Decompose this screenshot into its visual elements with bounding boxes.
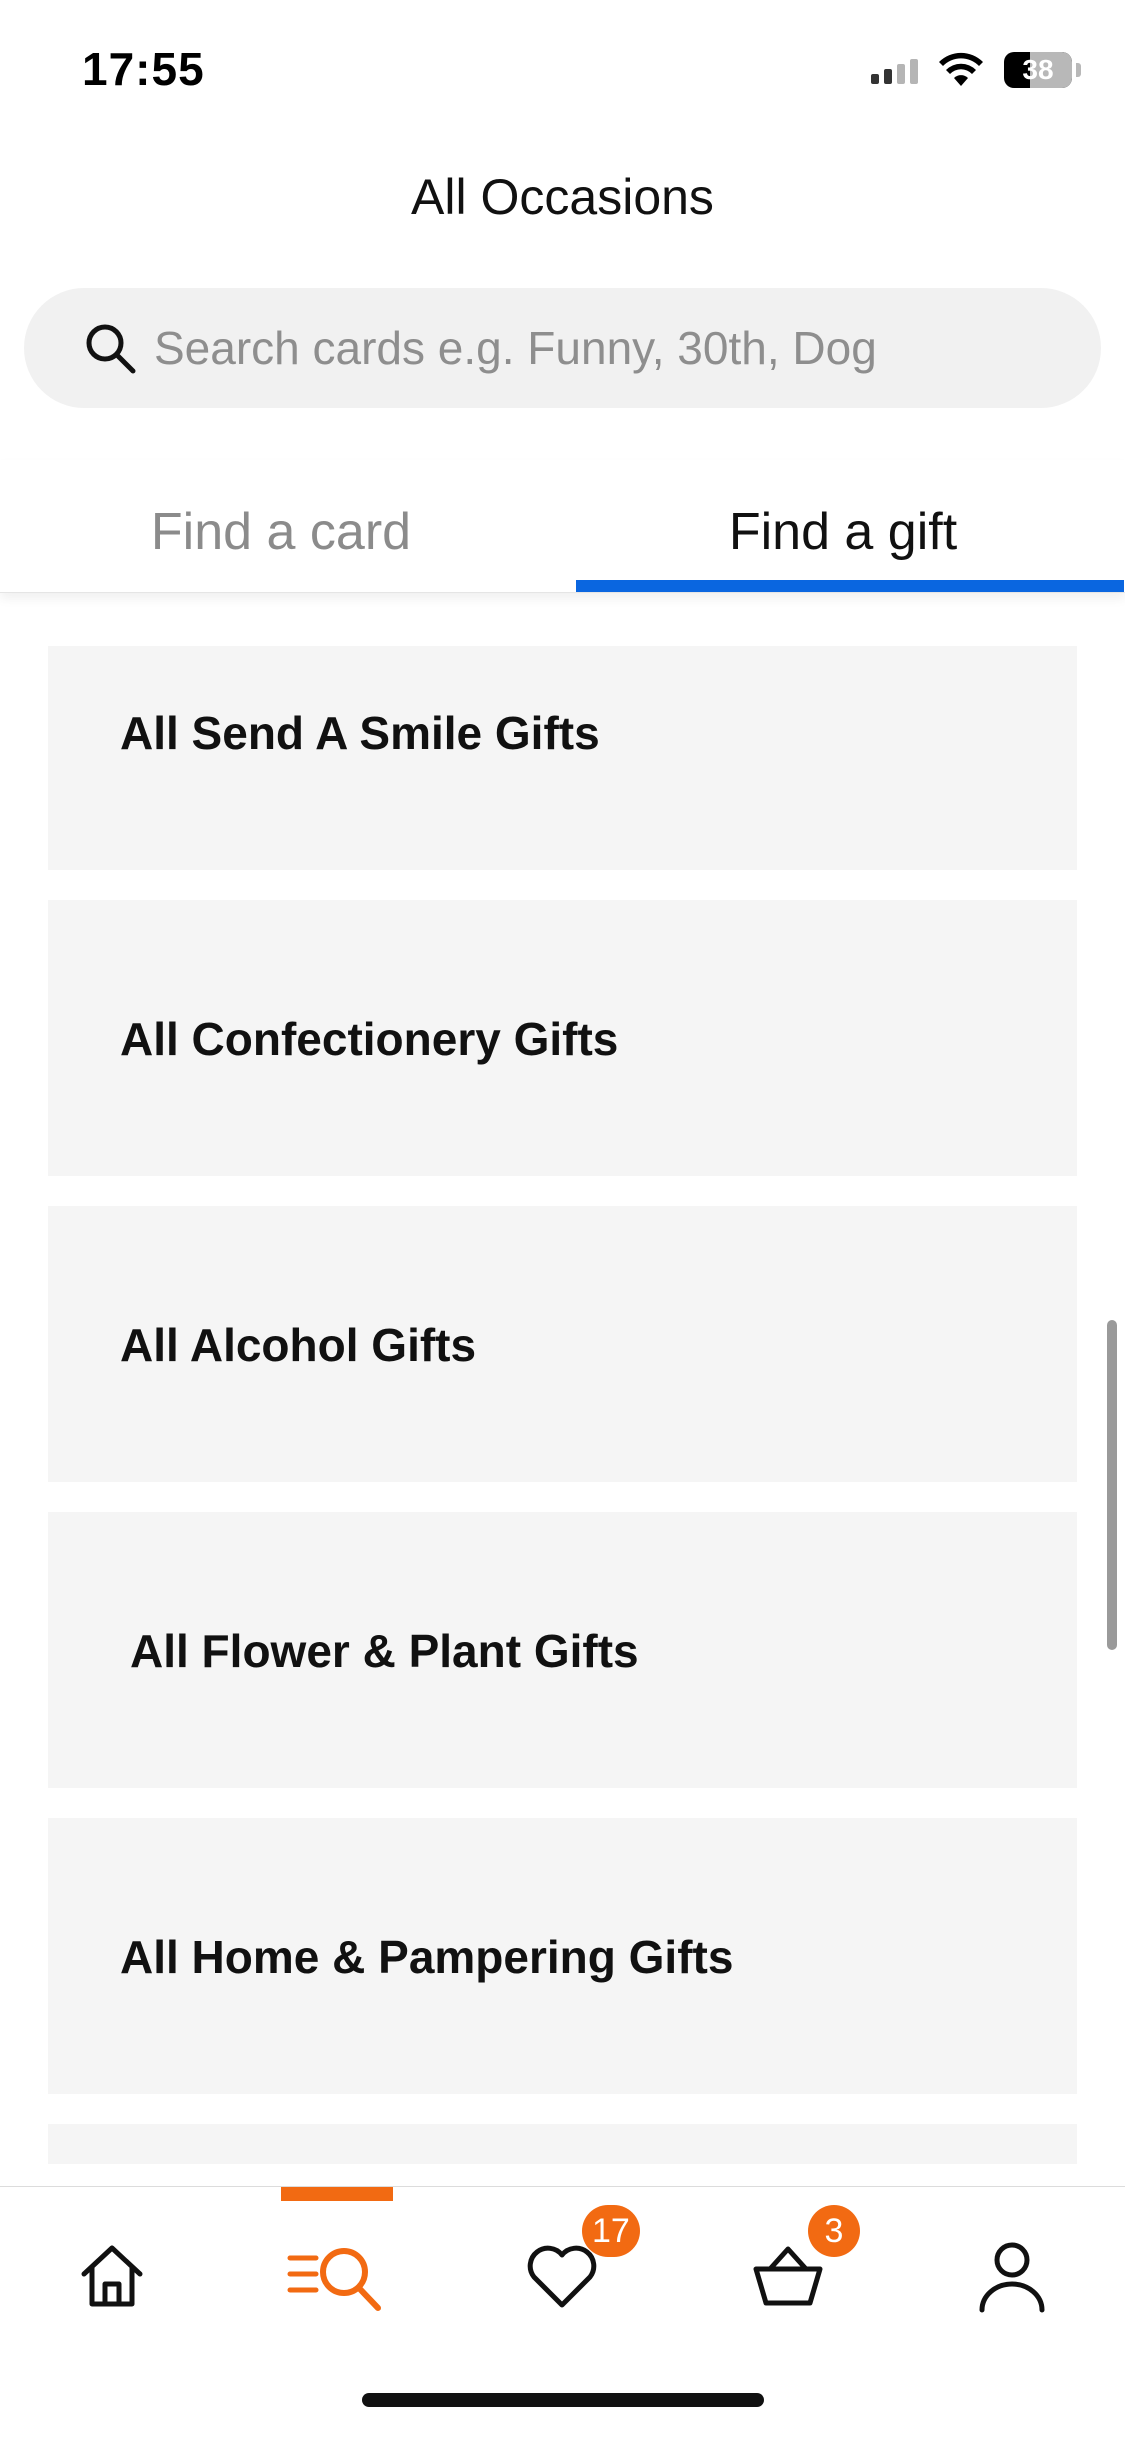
battery-level: 38 bbox=[1022, 54, 1054, 85]
list-item-label: All Home & Pampering Gifts bbox=[120, 1931, 734, 1983]
list-item-flower-plant[interactable]: All Flower & Plant Gifts bbox=[48, 1512, 1077, 1788]
nav-account[interactable] bbox=[952, 2221, 1072, 2331]
page-title: All Occasions bbox=[411, 169, 714, 225]
status-bar: 17:55 38 bbox=[0, 0, 1125, 140]
list-item-label: All Confectionery Gifts bbox=[120, 1013, 619, 1065]
wifi-icon bbox=[939, 52, 983, 86]
basket-count-badge: 3 bbox=[808, 2205, 860, 2257]
user-icon bbox=[979, 2242, 1045, 2313]
tab-bar: Find a card Find a gift bbox=[0, 460, 1125, 593]
active-tab-indicator bbox=[576, 580, 1124, 592]
list-item-label: All Flower & Plant Gifts bbox=[130, 1625, 639, 1677]
list-item-label: All Alcohol Gifts bbox=[120, 1319, 477, 1371]
bottom-nav: 17 3 bbox=[0, 2186, 1125, 2437]
browse-search-icon bbox=[287, 2248, 381, 2311]
tab-find-a-card[interactable]: Find a card bbox=[0, 460, 562, 592]
tab-find-a-gift[interactable]: Find a gift bbox=[562, 460, 1124, 592]
search-input[interactable] bbox=[152, 320, 1036, 376]
scrollbar[interactable] bbox=[1107, 1320, 1117, 1650]
tab-label: Find a card bbox=[150, 503, 412, 561]
list-item-send-a-smile[interactable]: All Send A Smile Gifts bbox=[48, 646, 1077, 870]
tab-label: Find a gift bbox=[728, 503, 958, 561]
search-icon bbox=[80, 318, 140, 378]
nav-browse[interactable] bbox=[278, 2221, 398, 2331]
battery-tip bbox=[1076, 63, 1081, 77]
basket-icon bbox=[753, 2246, 823, 2306]
battery-icon: 38 bbox=[1004, 52, 1072, 88]
heart-icon bbox=[527, 2245, 597, 2308]
home-icon bbox=[81, 2245, 143, 2307]
favourites-count-badge: 17 bbox=[582, 2205, 640, 2257]
status-icons: 38 bbox=[871, 50, 1081, 90]
list-item-home-pampering[interactable]: All Home & Pampering Gifts bbox=[48, 1818, 1077, 2094]
search-bar[interactable] bbox=[24, 288, 1101, 408]
home-indicator[interactable] bbox=[362, 2393, 764, 2407]
list-item-alcohol[interactable]: All Alcohol Gifts bbox=[48, 1206, 1077, 1482]
list-item-confectionery[interactable]: All Confectionery Gifts bbox=[48, 900, 1077, 1176]
status-time: 17:55 bbox=[82, 43, 205, 95]
nav-home[interactable] bbox=[52, 2221, 172, 2331]
list-item-partial[interactable] bbox=[48, 2124, 1077, 2164]
signal-icon bbox=[871, 56, 918, 84]
list-item-label: All Send A Smile Gifts bbox=[120, 707, 600, 759]
gift-category-list: All Send A Smile Gifts All Confectionery… bbox=[48, 646, 1077, 2194]
nav-active-indicator bbox=[281, 2187, 393, 2201]
